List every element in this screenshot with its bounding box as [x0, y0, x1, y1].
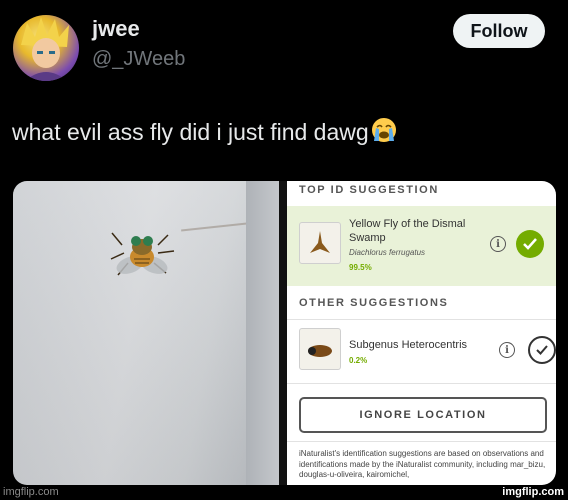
divider	[287, 383, 556, 384]
watermark-left: imgflip.com	[3, 486, 59, 498]
other-suggestion-name: Subgenus Heterocentris	[349, 339, 468, 351]
wall-edge	[246, 181, 279, 485]
tweet-text: what evil ass fly did i just find dawg	[12, 117, 397, 149]
info-icon[interactable]: i	[499, 342, 515, 358]
divider	[287, 441, 556, 442]
other-suggestion-thumbnail	[299, 328, 341, 370]
info-icon[interactable]: i	[490, 236, 506, 252]
divider	[287, 319, 556, 320]
disclaimer-text: iNaturalist's identification suggestions…	[299, 449, 546, 479]
loudly-crying-face-icon	[371, 117, 397, 149]
follow-button[interactable]: Follow	[453, 14, 545, 48]
other-suggestions-heading: OTHER SUGGESTIONS	[299, 297, 449, 309]
select-suggestion-check-icon[interactable]	[516, 230, 544, 258]
inaturalist-panel: TOP ID SUGGESTION Yellow Fly of the Dism…	[287, 181, 556, 485]
top-suggestion-card[interactable]: Yellow Fly of the Dismal Swamp Diachloru…	[287, 206, 556, 286]
top-suggestion-score: 99.5%	[349, 263, 372, 272]
top-suggestion-name: Yellow Fly of the Dismal Swamp	[349, 218, 466, 244]
avatar[interactable]	[13, 15, 79, 81]
other-suggestion-score: 0.2%	[349, 356, 368, 365]
tweet-text-content: what evil ass fly did i just find dawg	[12, 119, 369, 145]
fly-icon	[110, 232, 175, 276]
media-attachment[interactable]: TOP ID SUGGESTION Yellow Fly of the Dism…	[13, 181, 556, 485]
ignore-location-button[interactable]: IGNORE LOCATION	[299, 397, 547, 433]
top-suggestion-heading: TOP ID SUGGESTION	[299, 184, 439, 196]
fly-photo[interactable]	[13, 181, 279, 485]
top-suggestion-thumbnail	[299, 222, 341, 264]
select-suggestion-check-icon[interactable]	[528, 336, 556, 364]
top-suggestion-scientific-name: Diachlorus ferrugatus	[349, 248, 426, 257]
user-handle[interactable]: @_JWeeb	[92, 48, 185, 71]
watermark-right: imgflip.com	[502, 486, 564, 498]
display-name[interactable]: jwee	[92, 16, 140, 42]
